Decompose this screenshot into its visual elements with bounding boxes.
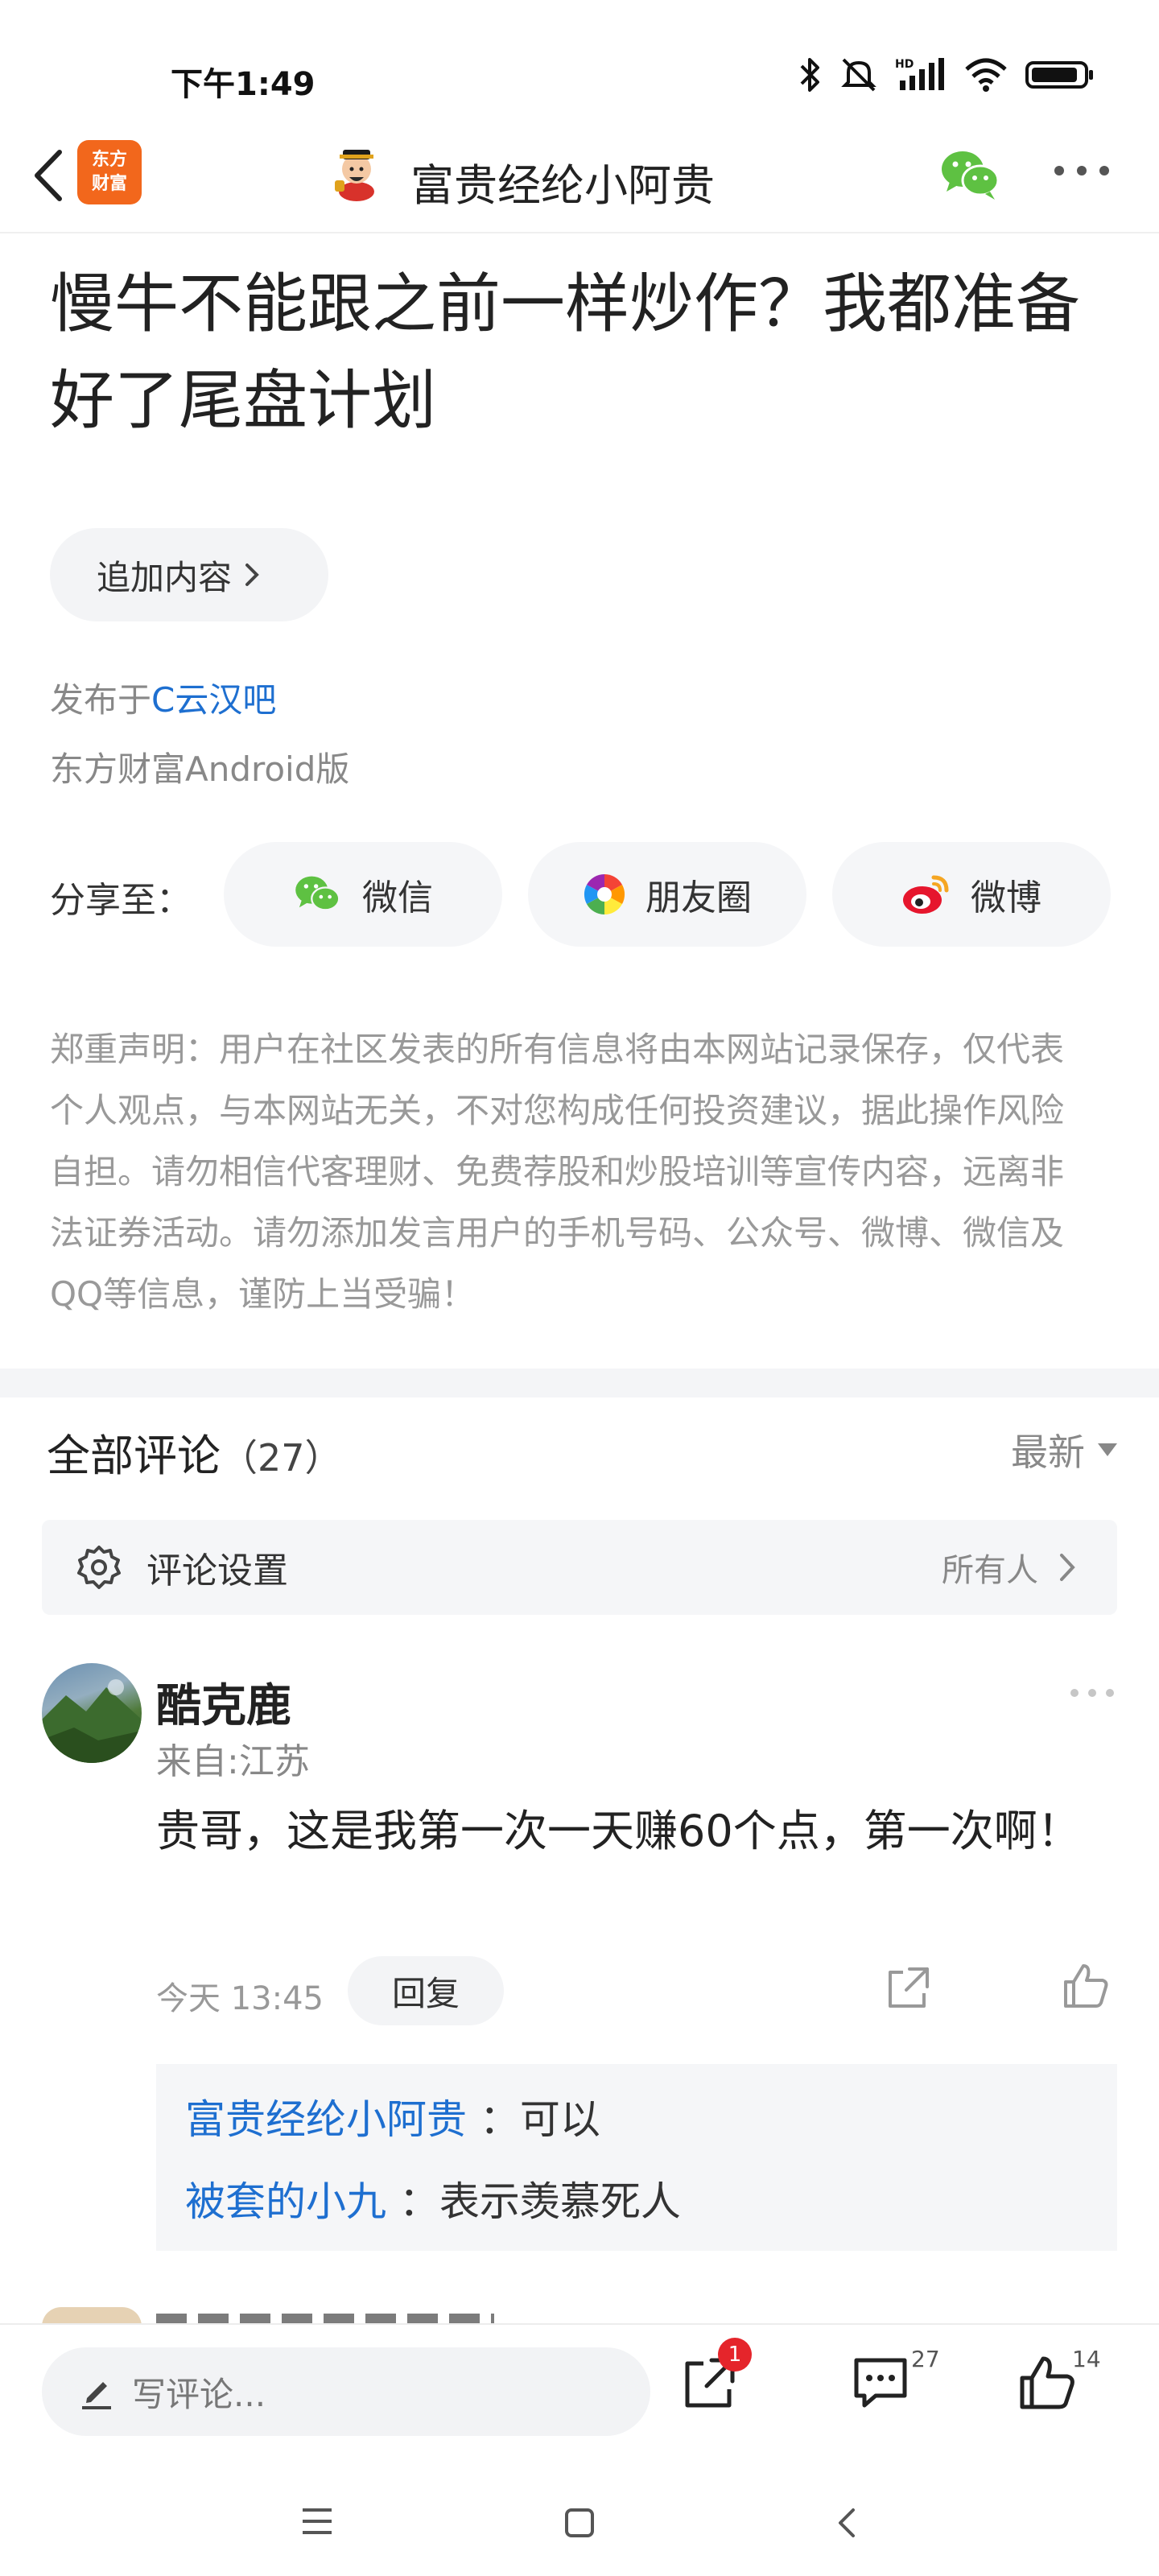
- share-icon[interactable]: [885, 1964, 932, 2011]
- comments-header: 全部评论（27）: [47, 1420, 342, 1484]
- comments-count: （27）: [221, 1436, 342, 1480]
- bottom-action-bar: 写评论... 1 27 14: [0, 2323, 1159, 2467]
- back-button[interactable]: [24, 143, 72, 208]
- wechat-icon: [295, 876, 340, 911]
- add-content-label: 追加内容: [97, 557, 233, 597]
- bar-link[interactable]: C云汉吧: [151, 680, 276, 720]
- status-bar: 下午1:49 HD: [0, 0, 1159, 121]
- share-weibo-label: 微博: [971, 877, 1041, 919]
- share-wechat-label: 微信: [362, 877, 433, 919]
- reply-item[interactable]: 富贵经纶小阿贵 ：可以: [185, 2079, 1088, 2161]
- share-moments-button[interactable]: 朋友圈: [528, 842, 806, 947]
- pencil-icon: [82, 2382, 111, 2409]
- back-icon[interactable]: [834, 2507, 858, 2539]
- reply-separator: ：: [479, 2096, 520, 2143]
- svg-text:HD: HD: [895, 58, 914, 71]
- bluetooth-icon: [800, 58, 819, 92]
- section-divider: [0, 1368, 1159, 1397]
- sort-dropdown[interactable]: 最新: [1011, 1423, 1117, 1476]
- home-icon[interactable]: [563, 2507, 596, 2539]
- comment-input-placeholder: 写评论...: [132, 2374, 266, 2414]
- share-moments-label: 朋友圈: [645, 877, 752, 919]
- status-icons: HD: [798, 56, 1095, 93]
- comment-location: 来自:江苏: [156, 1741, 310, 1782]
- menu-icon[interactable]: [301, 2507, 333, 2536]
- comment-settings-label: 评论设置: [146, 1550, 288, 1591]
- moments-icon: [584, 873, 625, 915]
- posted-in-prefix: 发布于: [50, 680, 152, 720]
- comment-input[interactable]: 写评论...: [42, 2347, 650, 2436]
- page-title: 富贵经纶小阿贵: [410, 160, 715, 211]
- more-icon: [1070, 1689, 1079, 1697]
- comment-author[interactable]: 酷克鹿: [156, 1670, 291, 1735]
- like-button[interactable]: 14: [1017, 2346, 1101, 2415]
- comment-time: 今天 13:45: [156, 1980, 324, 2017]
- reply-list: 富贵经纶小阿贵 ：可以 被套的小九 ：表示羡慕死人: [156, 2064, 1117, 2251]
- comment-settings-value: 所有人: [942, 1552, 1038, 1589]
- posted-in: 发布于C云汉吧: [50, 673, 276, 722]
- weibo-icon: [903, 875, 949, 914]
- reply-author[interactable]: 被套的小九: [185, 2178, 386, 2225]
- share-badge: 1: [718, 2338, 752, 2372]
- share-button[interactable]: 1: [681, 2338, 752, 2415]
- reply-text: 表示羡慕死人: [439, 2178, 681, 2225]
- avatar[interactable]: [42, 1663, 142, 1763]
- system-nav-bar: [0, 2467, 1159, 2576]
- reply-author[interactable]: 富贵经纶小阿贵: [185, 2096, 467, 2143]
- caret-down-icon: [1098, 1443, 1117, 1456]
- disclaimer-text: 郑重声明：用户在社区发表的所有信息将由本网站记录保存，仅代表个人观点，与本网站无…: [50, 1030, 1065, 1314]
- status-time: 下午1:49: [171, 66, 316, 103]
- author-avatar-icon[interactable]: [328, 145, 385, 201]
- share-wechat-button[interactable]: 微信: [224, 842, 502, 947]
- reply-item[interactable]: 被套的小九 ：表示羡慕死人: [185, 2161, 1088, 2243]
- wechat-icon[interactable]: [940, 147, 1001, 203]
- back-icon: [35, 150, 62, 201]
- add-content-button[interactable]: 追加内容: [50, 528, 328, 621]
- comment-settings-row[interactable]: 评论设置 所有人: [42, 1520, 1117, 1615]
- reply-button[interactable]: 回复: [348, 1956, 504, 2025]
- article-title: 慢牛不能跟之前一样炒作？我都准备好了尾盘计划: [50, 266, 1080, 438]
- comment-more-button[interactable]: [1070, 1689, 1114, 1697]
- app-logo[interactable]: 东方 财富: [77, 140, 142, 204]
- gear-icon: [77, 1546, 121, 1589]
- like-icon: [1020, 2356, 1074, 2409]
- like-count: 14: [1072, 2346, 1101, 2372]
- share-label: 分享至：: [50, 880, 192, 921]
- chevron-right-icon: [245, 564, 259, 586]
- battery-icon: [1025, 61, 1093, 89]
- wifi-icon: [965, 58, 1007, 92]
- avatar-image: [42, 1679, 142, 1763]
- like-icon[interactable]: [1062, 1963, 1109, 2009]
- more-icon: [1054, 166, 1064, 175]
- comment-icon: [854, 2358, 907, 2408]
- reply-text: 可以: [519, 2096, 600, 2143]
- app-logo-line2: 财富: [91, 174, 127, 194]
- hd-signal-icon: HD: [895, 58, 944, 90]
- comment-count: 27: [911, 2346, 940, 2372]
- mute-bell-icon: [841, 58, 876, 92]
- post-source: 东方财富Android版: [50, 749, 350, 789]
- share-weibo-button[interactable]: 微博: [832, 842, 1111, 947]
- comments-header-label: 全部评论: [47, 1430, 221, 1481]
- more-button[interactable]: [1054, 166, 1109, 175]
- comment-settings-value-group: 所有人: [942, 1544, 1077, 1591]
- top-nav-bar: 东方 财富 富贵经纶小阿贵: [0, 121, 1159, 233]
- reply-separator: ：: [398, 2178, 439, 2225]
- comments-button[interactable]: 27: [852, 2346, 940, 2415]
- chevron-right-icon: [1060, 1554, 1075, 1581]
- share-row: 分享至： 微信 朋友圈 微博: [50, 842, 1128, 947]
- comment-text: 贵哥，这是我第一次一天赚60个点，第一次啊！: [156, 1806, 1081, 1856]
- sort-label: 最新: [1011, 1430, 1085, 1474]
- app-logo-line1: 东方: [91, 150, 127, 170]
